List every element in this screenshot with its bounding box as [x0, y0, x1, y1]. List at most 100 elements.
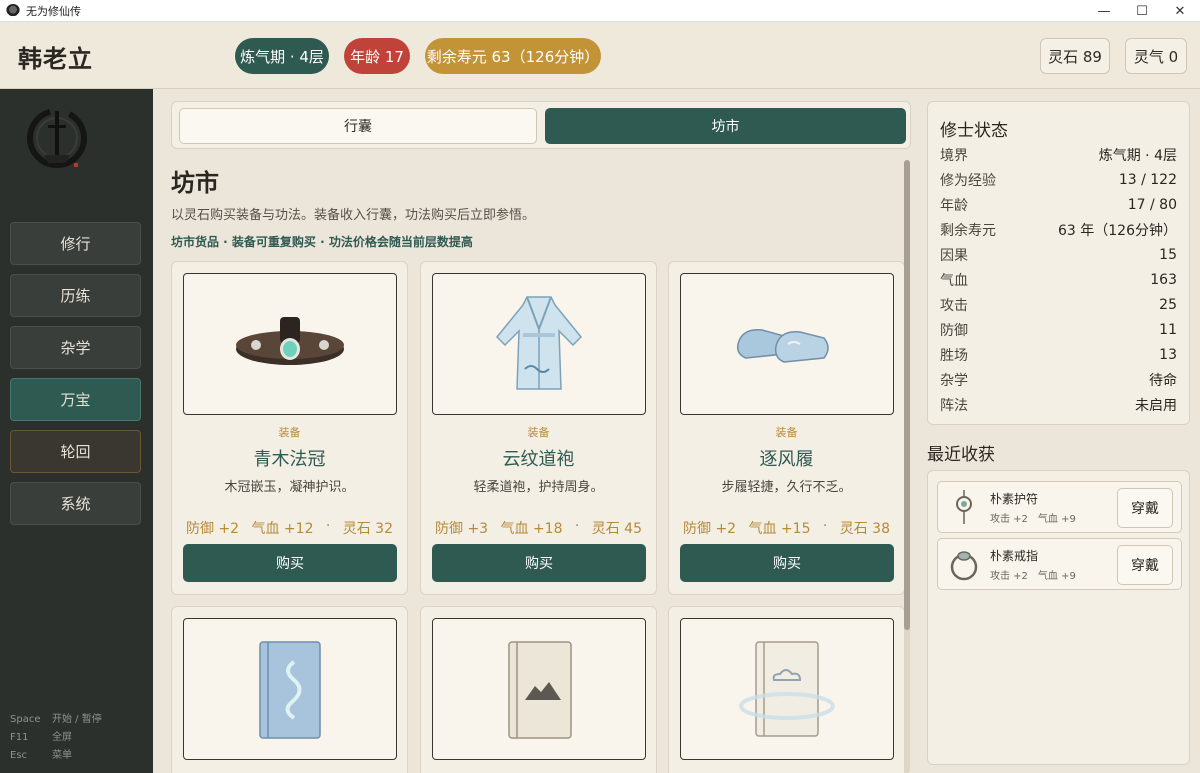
shop-item-card: [668, 606, 905, 773]
status-row: 因果 15: [940, 242, 1177, 267]
item-price: 灵石 45: [591, 521, 642, 537]
market-note: 坊市货品 · 装备可重复购买 · 功法价格会随当前层数提高: [171, 235, 473, 249]
window-title: 无为修仙传: [26, 4, 81, 18]
equip-button[interactable]: 穿戴: [1117, 488, 1173, 528]
status-label: 防御: [940, 322, 968, 339]
recent-loot-panel: 朴素护符 攻击 +2 气血 +9 穿戴 朴素戒指 攻击 +2 气血 +9 穿戴: [927, 470, 1190, 765]
status-row: 阵法 未启用: [940, 392, 1177, 417]
equip-button[interactable]: 穿戴: [1117, 545, 1173, 585]
nav-treasure[interactable]: 万宝: [10, 378, 141, 421]
loot-name: 朴素护符: [990, 492, 1039, 506]
minimize-button[interactable]: —: [1084, 0, 1124, 22]
status-row: 修为经验 13 / 122: [940, 167, 1177, 192]
close-button[interactable]: ✕: [1160, 0, 1200, 22]
status-value: 15: [1159, 246, 1177, 263]
item-description: 木冠嵌玉，凝神护识。: [224, 480, 355, 495]
shop-item-card: 装备 逐风履 步履轻捷，久行不乏。 防御 +2 气血 +15 · 灵石 38 购…: [668, 261, 905, 595]
page-title: 坊市: [171, 169, 219, 197]
recent-loot-title: 最近收获: [927, 445, 995, 465]
shop-item-card: [171, 606, 408, 773]
item-type: 装备: [278, 426, 301, 439]
stat-separator: ·: [325, 518, 331, 534]
status-row: 气血 163: [940, 267, 1177, 292]
item-image-frame: [183, 618, 397, 760]
market-scrollbar[interactable]: [904, 160, 910, 773]
status-row: 境界 炼气期 · 4层: [940, 142, 1177, 167]
hotkey-action: 全屏: [52, 732, 72, 743]
nav-system[interactable]: 系统: [10, 482, 141, 525]
item-image-frame: [432, 273, 646, 415]
item-image-frame: [680, 273, 894, 415]
shop-item-card: [420, 606, 657, 773]
tab-bar: 行囊 坊市: [171, 101, 911, 149]
buy-button[interactable]: 购买: [432, 544, 646, 582]
status-row: 剩余寿元 63 年（126分钟）: [940, 217, 1177, 242]
item-image-frame: [432, 618, 646, 760]
amulet-icon: [946, 490, 982, 526]
status-label: 胜场: [940, 347, 968, 364]
status-label: 气血: [940, 272, 968, 289]
status-title: 修士状态: [940, 121, 1008, 141]
status-value: 63 年（126分钟）: [1058, 222, 1177, 239]
spirit-stone-counter: 灵石 89: [1040, 38, 1110, 74]
item-type: 装备: [527, 426, 550, 439]
status-label: 阵法: [940, 397, 968, 414]
manual-cloud-icon: [739, 641, 835, 737]
shoes-icon: [736, 329, 829, 363]
item-hp: 气血 +18: [500, 521, 563, 537]
status-label: 攻击: [940, 297, 968, 314]
lifespan-badge: 剩余寿元 63（126分钟）: [425, 38, 601, 74]
nav-adventure[interactable]: 历练: [10, 274, 141, 317]
status-label: 杂学: [940, 372, 968, 389]
status-value: 未启用: [1135, 397, 1177, 414]
loot-stats: 攻击 +2 气血 +9: [990, 514, 1076, 525]
status-label: 境界: [940, 147, 968, 164]
item-hp: 气血 +12: [251, 521, 314, 537]
status-value: 炼气期 · 4层: [1098, 147, 1177, 164]
item-description: 轻柔道袍，护持周身。: [473, 480, 604, 495]
sidebar: 修行 历练 杂学 万宝 轮回 系统 Space 开始 / 暂停 F11 全屏 Esc…: [0, 89, 153, 773]
spirit-qi-counter: 灵气 0: [1125, 38, 1187, 74]
loot-item: 朴素护符 攻击 +2 气血 +9 穿戴: [937, 481, 1182, 533]
robe-icon: [495, 296, 583, 390]
hotkey-action: 开始 / 暂停: [52, 714, 102, 725]
status-value: 11: [1159, 321, 1177, 338]
scrollbar-thumb[interactable]: [904, 160, 910, 630]
buy-button[interactable]: 购买: [680, 544, 894, 582]
loot-name: 朴素戒指: [990, 549, 1039, 563]
hotkey-key: Esc: [10, 750, 28, 761]
item-defense: 防御 +3: [435, 521, 489, 537]
manual-mountain-icon: [508, 641, 572, 739]
status-value: 25: [1159, 296, 1177, 313]
item-type: 装备: [775, 426, 798, 439]
status-value: 163: [1150, 271, 1177, 288]
loot-item: 朴素戒指 攻击 +2 气血 +9 穿戴: [937, 538, 1182, 590]
manual-blue-icon: [259, 641, 321, 739]
nav-reincarnation[interactable]: 轮回: [10, 430, 141, 473]
crown-icon: [236, 317, 344, 365]
item-stats: 防御 +2 气血 +12 · 灵石 32: [186, 518, 393, 538]
status-row: 年龄 17 / 80: [940, 192, 1177, 217]
shop-item-card: 装备 云纹道袍 轻柔道袍，护持周身。 防御 +3 气血 +18 · 灵石 45 …: [420, 261, 657, 595]
tab-bag[interactable]: 行囊: [179, 108, 537, 144]
nav-cultivate[interactable]: 修行: [10, 222, 141, 265]
stat-separator: ·: [822, 518, 828, 534]
maximize-button[interactable]: ☐: [1122, 0, 1162, 22]
window-titlebar: 无为修仙传 — ☐ ✕: [0, 0, 1200, 22]
hotkey-action: 菜单: [52, 750, 72, 761]
tab-market[interactable]: 坊市: [545, 108, 906, 144]
status-label: 剩余寿元: [940, 222, 996, 239]
hotkey-key: Space: [10, 714, 41, 725]
stat-separator: ·: [574, 518, 580, 534]
status-row: 防御 11: [940, 317, 1177, 342]
item-image-frame: [680, 618, 894, 760]
main-panel: 行囊 坊市 坊市 以灵石购买装备与功法。装备收入行囊，功法购买后立即参悟。 坊市…: [171, 101, 911, 773]
item-defense: 防御 +2: [683, 521, 737, 537]
hotkey-hints: Space 开始 / 暂停 F11 全屏 Esc 菜单: [10, 711, 102, 765]
buy-button[interactable]: 购买: [183, 544, 397, 582]
status-row: 杂学 待命: [940, 367, 1177, 392]
age-badge: 年龄 17: [344, 38, 410, 74]
nav-arts[interactable]: 杂学: [10, 326, 141, 369]
loot-stats: 攻击 +2 气血 +9: [990, 571, 1076, 582]
item-stats: 防御 +2 气血 +15 · 灵石 38: [683, 518, 890, 538]
